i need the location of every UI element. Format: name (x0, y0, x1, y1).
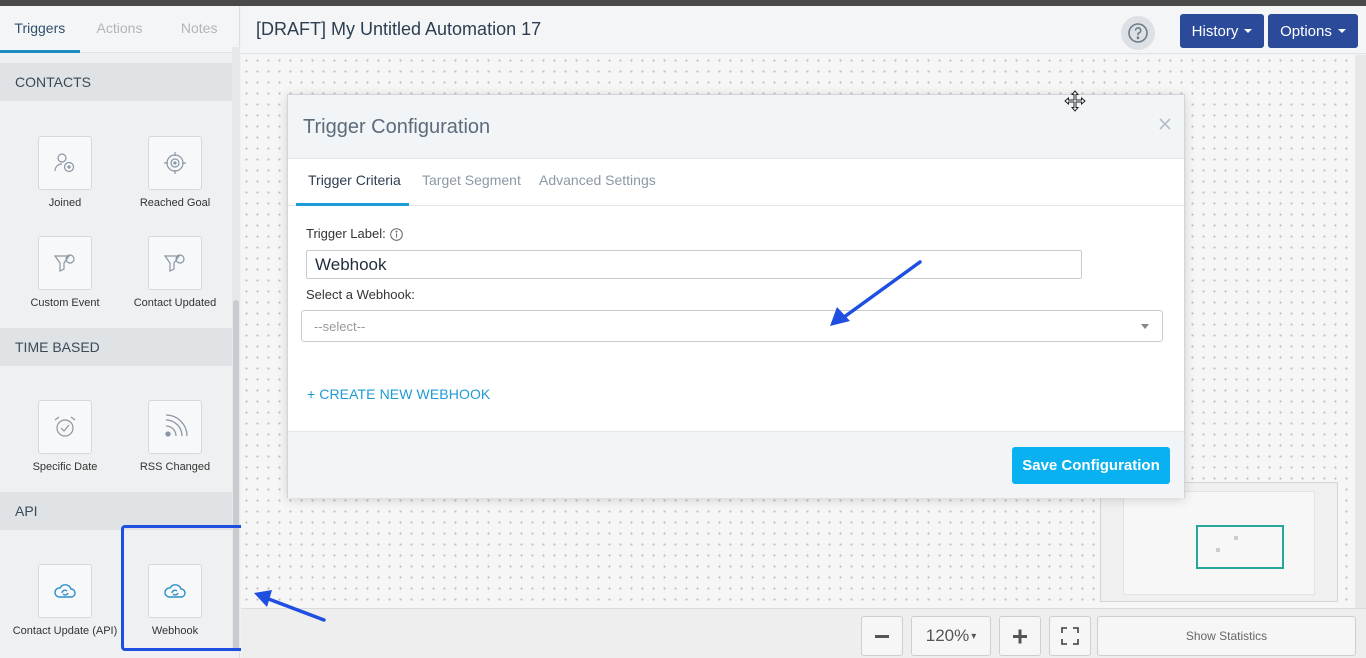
minimap-viewport[interactable] (1196, 525, 1284, 569)
rss-icon (148, 400, 202, 454)
sidebar-tabs: Triggers Actions Notes (0, 6, 239, 53)
info-icon[interactable] (390, 228, 403, 241)
trigger-custom-event[interactable]: Custom Event (10, 236, 120, 309)
caret-down-icon (1244, 29, 1253, 33)
fullscreen-icon (1061, 627, 1079, 645)
options-button[interactable]: Options (1268, 14, 1358, 48)
funnel-icon (38, 236, 92, 290)
plus-icon (1013, 629, 1027, 644)
tab-target-segment[interactable]: Target Segment (422, 172, 521, 188)
section-api: API (0, 492, 232, 530)
tab-actions[interactable]: Actions (80, 6, 160, 52)
save-configuration-button[interactable]: Save Configuration (1012, 447, 1170, 484)
minus-icon (875, 635, 889, 638)
modal-tabs: Trigger Criteria Target Segment Advanced… (288, 159, 1184, 206)
tab-trigger-criteria[interactable]: Trigger Criteria (308, 172, 401, 188)
sidebar-scrollbar-thumb[interactable] (233, 300, 239, 650)
zoom-in-button[interactable] (999, 616, 1041, 656)
minimap[interactable] (1100, 482, 1338, 602)
caret-down-icon (1141, 324, 1149, 329)
trigger-configuration-modal: Trigger Configuration Trigger Criteria T… (287, 94, 1185, 498)
trigger-rss-changed[interactable]: RSS Changed (120, 400, 230, 473)
history-label: History (1191, 22, 1239, 40)
trigger-contact-update-api[interactable]: Contact Update (API) (10, 564, 120, 637)
trigger-reached-goal[interactable]: Reached Goal (120, 136, 230, 209)
tab-notes[interactable]: Notes (159, 6, 239, 52)
trigger-label-input[interactable] (306, 250, 1082, 279)
help-button[interactable] (1121, 16, 1155, 50)
page-title: [DRAFT] My Untitled Automation 17 (256, 19, 542, 39)
funnel-icon (148, 236, 202, 290)
active-tab-indicator (296, 203, 409, 206)
history-button[interactable]: History (1180, 14, 1264, 48)
trigger-contact-updated[interactable]: Contact Updated (120, 236, 230, 309)
trigger-label-label: Trigger Label: (306, 226, 386, 241)
webhook-select[interactable]: --select-- (301, 310, 1163, 342)
caret-down-icon (1337, 29, 1346, 33)
caret-down-icon: ▾ (971, 630, 977, 642)
trigger-label: Reached Goal (139, 197, 211, 209)
minimap-area (1123, 491, 1315, 595)
minimap-nodes-icon (1216, 536, 1238, 552)
zoom-value: 120% (925, 626, 970, 645)
create-new-webhook-link[interactable]: + CREATE NEW WEBHOOK (307, 386, 490, 402)
canvas-scrollbar[interactable] (1355, 55, 1366, 608)
webhook-select-value: --select-- (314, 319, 366, 334)
trigger-label: Specific Date (32, 461, 98, 473)
move-cursor-icon (1064, 90, 1086, 112)
trigger-label: Webhook (151, 625, 199, 637)
trigger-joined[interactable]: Joined (10, 136, 120, 209)
section-contacts: CONTACTS (0, 63, 232, 101)
show-statistics-button[interactable]: Show Statistics (1097, 616, 1356, 656)
joined-icon (38, 136, 92, 190)
cloud-sync-icon (38, 564, 92, 618)
tab-advanced-settings[interactable]: Advanced Settings (539, 172, 656, 188)
section-time-based: TIME BASED (0, 328, 232, 366)
trigger-webhook[interactable]: Webhook (120, 564, 230, 637)
cloud-sync-icon (148, 564, 202, 618)
fit-screen-button[interactable] (1049, 616, 1091, 656)
target-icon (148, 136, 202, 190)
modal-header: Trigger Configuration (288, 95, 1184, 159)
canvas-toolbar: 120% ▾ Show Statistics (241, 608, 1366, 658)
trigger-specific-date[interactable]: Specific Date (10, 400, 120, 473)
tab-triggers[interactable]: Triggers (0, 6, 80, 53)
trigger-label: Contact Updated (133, 297, 217, 309)
select-webhook-label: Select a Webhook: (306, 287, 415, 302)
modal-footer: Save Configuration (288, 431, 1184, 498)
zoom-select[interactable]: 120% ▾ (911, 616, 991, 656)
alarm-clock-icon (38, 400, 92, 454)
options-label: Options (1280, 22, 1332, 40)
question-icon (1128, 23, 1148, 43)
trigger-label: RSS Changed (139, 461, 211, 473)
trigger-label: Custom Event (30, 297, 100, 309)
zoom-out-button[interactable] (861, 616, 903, 656)
automation-header: [DRAFT] My Untitled Automation 17 Histor… (241, 6, 1366, 54)
modal-title: Trigger Configuration (303, 116, 491, 138)
trigger-label: Joined (48, 197, 82, 209)
close-icon[interactable] (1158, 117, 1172, 131)
trigger-label: Contact Update (API) (12, 625, 118, 637)
